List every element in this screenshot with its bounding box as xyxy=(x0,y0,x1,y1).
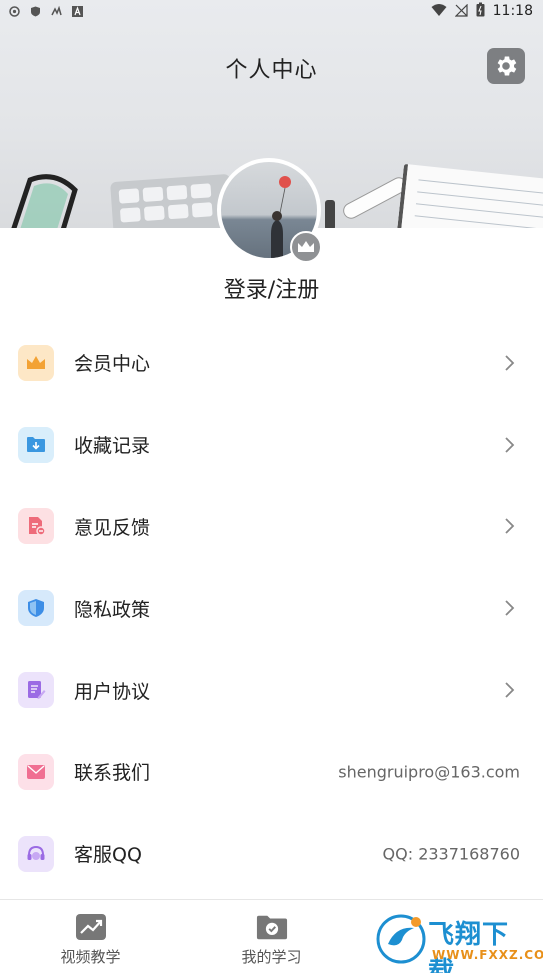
tab-label: 视频教学 xyxy=(60,948,121,966)
watermark-url: WWW.FXXZ.COM xyxy=(432,948,543,962)
crown-icon xyxy=(298,241,314,252)
watermark-text: 飞翔下载 xyxy=(428,920,510,973)
menu-item-user-agreement[interactable]: 用户协议 xyxy=(0,649,543,731)
folder-check-icon xyxy=(256,912,288,942)
chevron-right-icon xyxy=(505,682,515,698)
trend-chart-icon xyxy=(75,912,107,942)
menu-item-feedback[interactable]: 意见反馈 xyxy=(0,486,543,568)
status-time: 11:18 xyxy=(492,3,533,19)
pen-decoration xyxy=(325,200,335,228)
tab-label: 我的学习 xyxy=(241,948,302,966)
keyboard-decoration xyxy=(110,173,234,228)
chevron-right-icon xyxy=(505,600,515,616)
a-icon xyxy=(71,5,83,17)
app-icon xyxy=(50,5,62,17)
folder-icon xyxy=(18,426,54,463)
settings-button[interactable] xyxy=(487,48,525,84)
tab-video-teaching[interactable]: 视频教学 xyxy=(0,900,181,973)
shield-icon xyxy=(29,5,41,17)
vip-badge xyxy=(290,231,322,263)
contact-email: shengruipro@163.com xyxy=(338,762,520,782)
status-bar: 11:18 xyxy=(0,0,543,22)
notification-icon xyxy=(8,5,20,17)
feedback-icon xyxy=(18,508,54,545)
page-title: 个人中心 xyxy=(225,58,318,83)
menu-item-customer-service-qq[interactable]: 客服QQ QQ: 2337168760 xyxy=(0,813,543,895)
chevron-right-icon xyxy=(505,518,515,535)
headset-icon xyxy=(18,835,54,872)
battery-icon xyxy=(476,2,485,21)
qq-number: QQ: 2337168760 xyxy=(382,844,520,864)
crown-icon xyxy=(18,344,54,381)
menu-item-privacy-policy[interactable]: 隐私政策 xyxy=(0,567,543,649)
wifi-icon xyxy=(431,2,447,21)
menu-item-contact-us[interactable]: 联系我们 shengruipro@163.com xyxy=(0,731,543,813)
glasses-decoration xyxy=(11,174,78,228)
menu-item-label: 隐私政策 xyxy=(74,598,151,621)
document-edit-icon xyxy=(18,672,54,709)
menu-item-label: 用户协议 xyxy=(74,680,151,703)
tab-my-study[interactable]: 我的学习 xyxy=(181,900,362,973)
watermark-bird-icon xyxy=(376,914,426,964)
menu-item-label: 联系我们 xyxy=(74,762,151,785)
menu-item-label: 意见反馈 xyxy=(74,516,151,539)
chevron-right-icon xyxy=(505,355,515,371)
watermark-logo: 飞翔下载 WWW.FXXZ.COM xyxy=(376,910,543,973)
menu-item-label: 收藏记录 xyxy=(74,435,151,458)
login-register-link[interactable]: 登录/注册 xyxy=(0,272,543,304)
mail-icon xyxy=(18,753,54,790)
menu-item-label: 会员中心 xyxy=(74,353,151,376)
shield-icon xyxy=(18,590,54,627)
gear-icon xyxy=(497,56,517,76)
notebook-decoration xyxy=(396,163,543,228)
menu-item-vip-center[interactable]: 会员中心 xyxy=(0,322,543,404)
chevron-right-icon xyxy=(505,437,515,453)
menu-item-label: 客服QQ xyxy=(74,844,142,867)
menu-item-favorites[interactable]: 收藏记录 xyxy=(0,404,543,486)
signal-icon xyxy=(454,2,468,21)
menu-list: 会员中心 收藏记录 意见反馈 隐私政策 用户协议 联系我们 shengruipr… xyxy=(0,322,543,895)
